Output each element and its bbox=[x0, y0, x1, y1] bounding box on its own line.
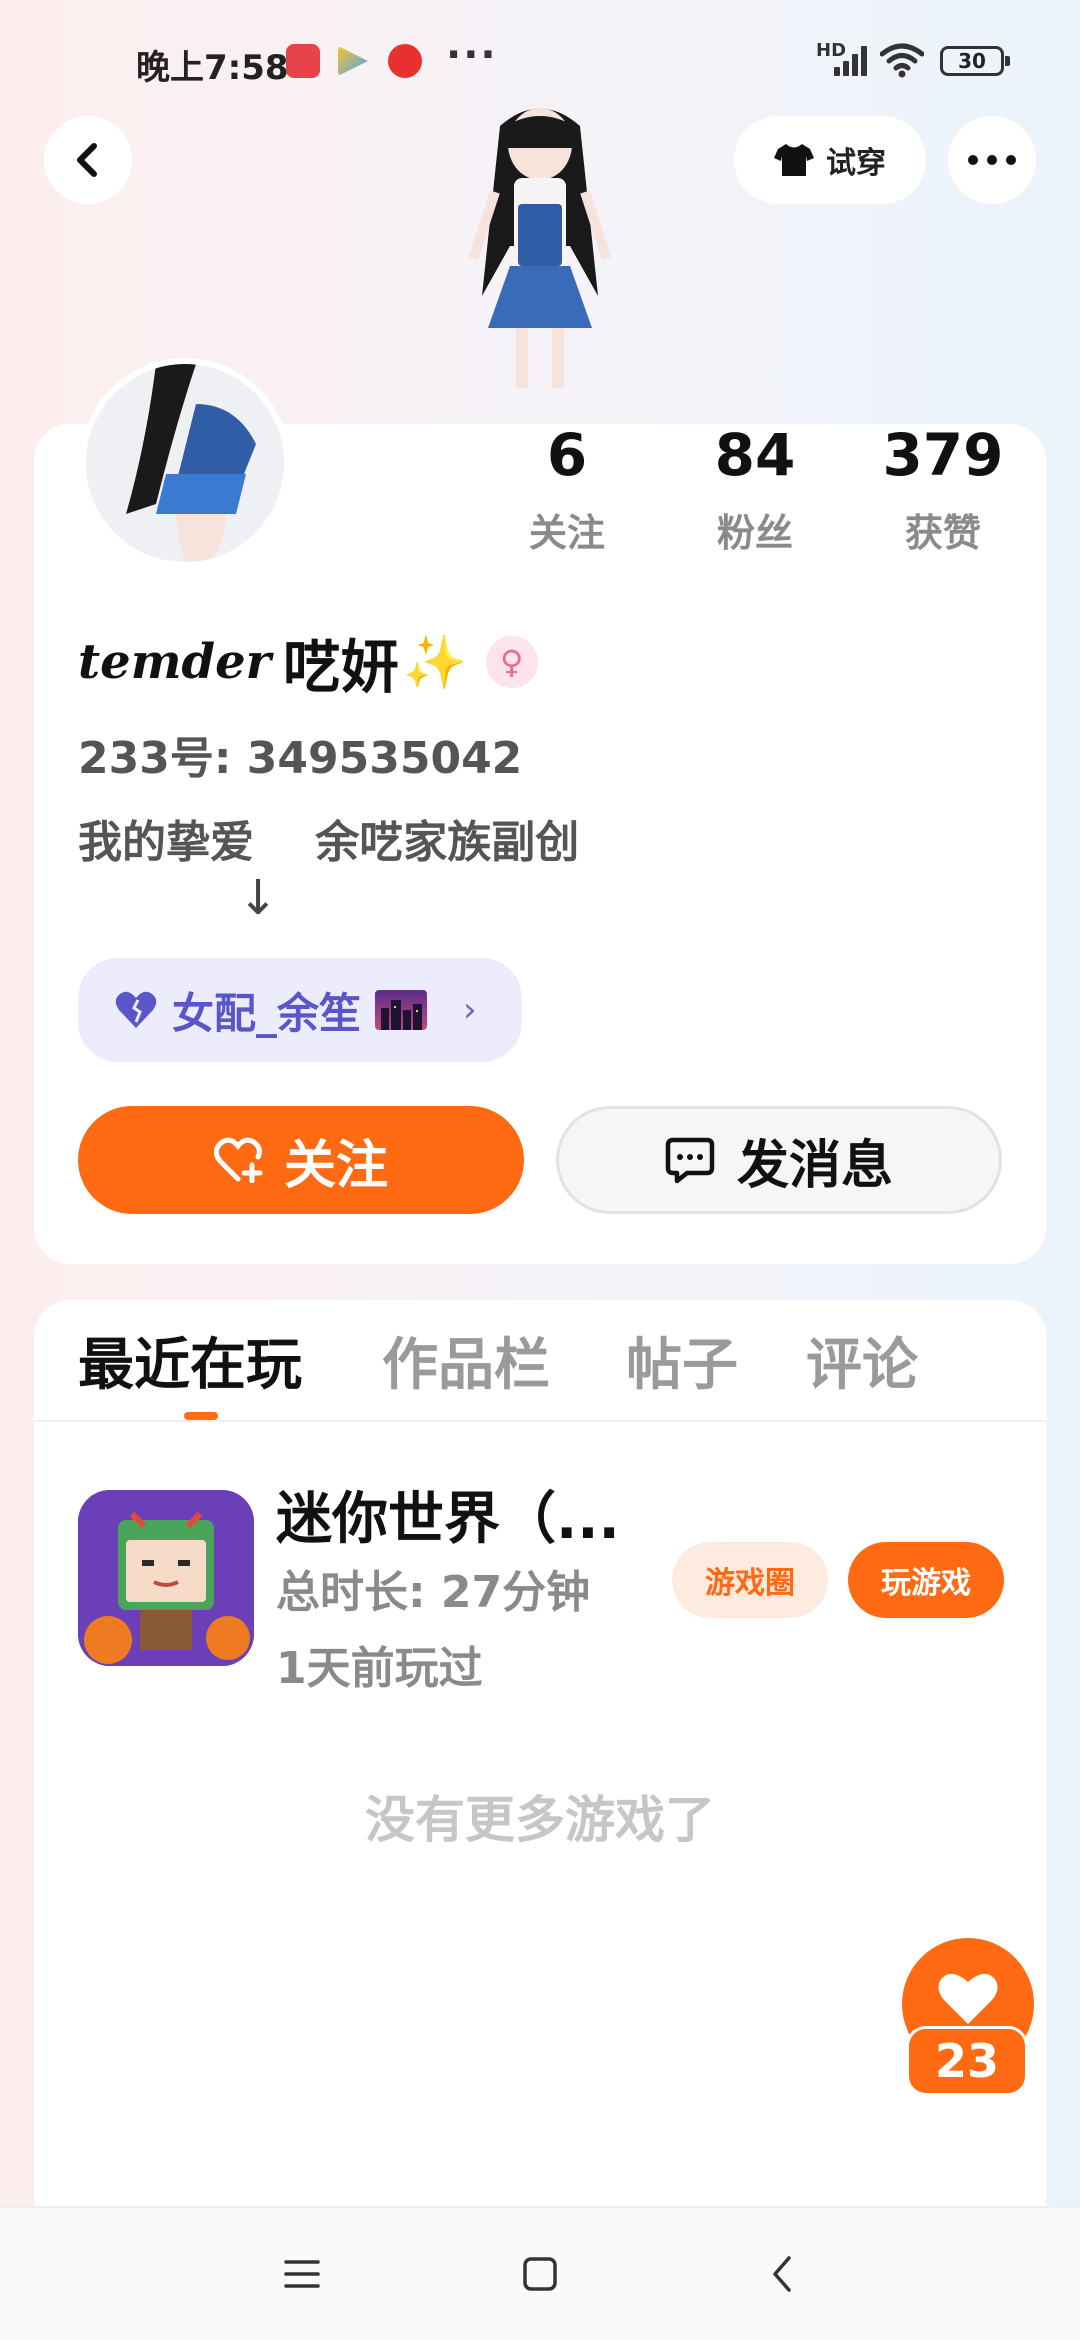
follow-button[interactable]: 关注 bbox=[78, 1106, 524, 1214]
tab-recently-played[interactable]: 最近在玩 bbox=[78, 1320, 302, 1401]
user-id: 233号: 349535042 bbox=[78, 733, 523, 784]
wifi-icon bbox=[880, 43, 924, 78]
home-square-icon bbox=[523, 2257, 557, 2291]
taobao-app-icon bbox=[286, 44, 320, 78]
heart-icon bbox=[115, 991, 157, 1028]
stat-likes-label: 获赞 bbox=[904, 511, 981, 555]
chevron-left-icon bbox=[773, 2256, 791, 2292]
more-dots-icon bbox=[968, 155, 1016, 165]
chevron-right-icon: › bbox=[463, 990, 477, 1030]
system-nav-bar bbox=[0, 2206, 1080, 2340]
signal-icon bbox=[834, 46, 868, 76]
battery-icon: 30 bbox=[940, 46, 1010, 76]
try-on-button[interactable]: 试穿 bbox=[734, 116, 926, 204]
no-more-games-hint: 没有更多游戏了 bbox=[365, 1791, 715, 1849]
female-gender-icon: ♀ bbox=[485, 636, 538, 688]
stat-likes-value: 379 bbox=[882, 421, 1004, 489]
tab-comments[interactable]: 评论 bbox=[806, 1320, 918, 1401]
like-count[interactable]: 23 bbox=[906, 2026, 1028, 2096]
relation-tag[interactable]: 女配_余笙 › bbox=[78, 958, 522, 1062]
chat-bubble-icon bbox=[665, 1137, 715, 1184]
night-city-icon bbox=[375, 990, 428, 1030]
name-chinese: 呓妍 bbox=[282, 633, 399, 701]
follow-label: 关注 bbox=[283, 1135, 388, 1196]
bio-text: 我的挚爱 余呓家族副创 bbox=[78, 817, 580, 868]
stat-following[interactable]: 6 关注 bbox=[482, 420, 652, 557]
stat-fans[interactable]: 84 粉丝 bbox=[670, 420, 840, 557]
game-title[interactable]: 迷你世界（... bbox=[276, 1474, 620, 1555]
message-label: 发消息 bbox=[736, 1135, 893, 1196]
home-nav-button[interactable] bbox=[510, 2244, 570, 2304]
heart-icon bbox=[938, 1973, 998, 2024]
name-script: temder bbox=[78, 634, 271, 690]
back-button[interactable] bbox=[44, 116, 132, 204]
heart-plus-icon bbox=[213, 1137, 263, 1183]
game-last-played: 1天前玩过 bbox=[276, 1643, 483, 1694]
menu-nav-button[interactable] bbox=[272, 2244, 332, 2304]
video-app-icon bbox=[338, 46, 368, 76]
stat-likes[interactable]: 379 获赞 bbox=[858, 420, 1028, 557]
status-time: 晚上7:58 bbox=[136, 48, 289, 88]
more-options-button[interactable] bbox=[948, 116, 1036, 204]
stat-following-label: 关注 bbox=[528, 511, 605, 555]
stat-fans-value: 84 bbox=[714, 421, 796, 489]
record-app-icon bbox=[388, 44, 422, 78]
tab-works[interactable]: 作品栏 bbox=[382, 1320, 550, 1401]
tab-indicator bbox=[184, 1412, 218, 1420]
game-circle-button[interactable]: 游戏圈 bbox=[672, 1542, 828, 1618]
send-message-button[interactable]: 发消息 bbox=[556, 1106, 1002, 1214]
chevron-left-icon bbox=[77, 143, 97, 177]
sparkle-icon: ✨ bbox=[402, 632, 468, 693]
profile-name: temder 呓妍 ✨ ♀ bbox=[78, 620, 538, 704]
stat-following-value: 6 bbox=[546, 421, 588, 489]
avatar[interactable] bbox=[80, 358, 290, 568]
menu-icon bbox=[284, 2260, 320, 2288]
back-nav-button[interactable] bbox=[752, 2244, 812, 2304]
bio-arrow: ↓ bbox=[238, 870, 279, 926]
notification-overflow: ··· bbox=[446, 32, 498, 78]
relation-label: 女配_余笙 bbox=[172, 988, 362, 1038]
tab-divider bbox=[34, 1420, 1046, 1422]
play-game-button[interactable]: 玩游戏 bbox=[848, 1542, 1004, 1618]
game-icon[interactable] bbox=[78, 1490, 254, 1666]
try-on-label: 试穿 bbox=[826, 146, 886, 181]
stat-fans-label: 粉丝 bbox=[716, 511, 793, 555]
game-duration: 总时长: 27分钟 bbox=[276, 1567, 591, 1618]
avatar-character bbox=[430, 96, 650, 406]
tshirt-icon bbox=[774, 144, 814, 176]
tab-posts[interactable]: 帖子 bbox=[626, 1320, 738, 1401]
